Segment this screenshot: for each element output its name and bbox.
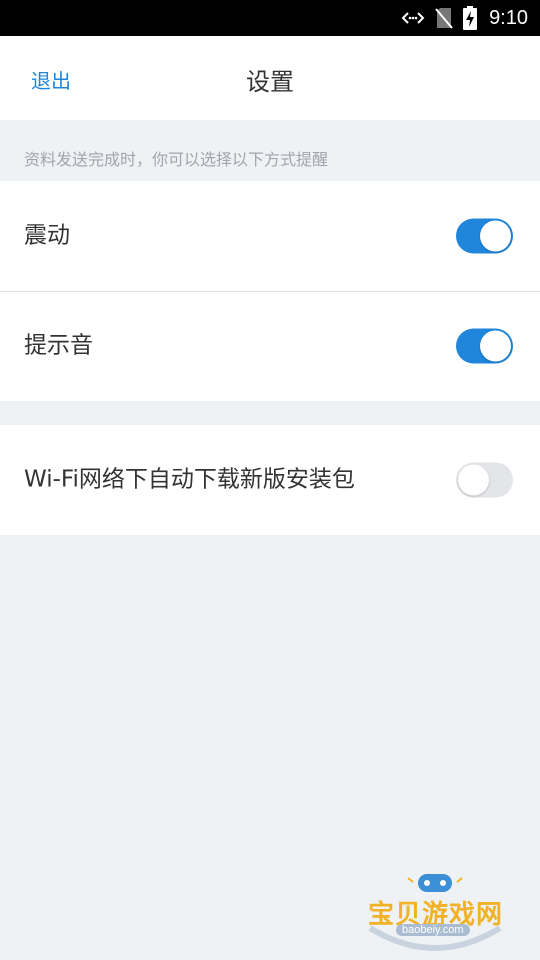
battery-charging-icon [463, 6, 478, 30]
status-bar: 9:10 [0, 0, 540, 36]
notification-hint-text: 资料发送完成时，你可以选择以下方式提醒 [24, 150, 329, 169]
toggle-knob [480, 330, 511, 362]
setting-label: 震动 [24, 222, 70, 249]
no-sim-icon [435, 7, 453, 29]
setting-label: 提示音 [24, 332, 93, 359]
toggle-knob [480, 220, 511, 252]
toggle-knob [458, 464, 489, 496]
notification-settings-group: 震动 提示音 [0, 181, 540, 401]
setting-row-vibration: 震动 [0, 181, 540, 291]
status-time: 9:10 [489, 6, 528, 29]
vibration-toggle[interactable] [456, 218, 513, 254]
setting-row-wifi-auto-download: Wi-Fi网络下自动下载新版安装包 [0, 425, 540, 535]
watermark-url: baobeiy.com [396, 924, 470, 936]
sound-toggle[interactable] [456, 328, 513, 364]
data-transfer-icon [401, 10, 425, 26]
setting-label: Wi-Fi网络下自动下载新版安装包 [24, 466, 355, 493]
setting-row-sound: 提示音 [0, 291, 540, 401]
download-settings-group: Wi-Fi网络下自动下载新版安装包 [0, 425, 540, 535]
watermark-logo: 宝贝游戏网 baobeiy.com [360, 868, 510, 956]
page-title: 设置 [246, 68, 294, 96]
wifi-auto-download-toggle[interactable] [456, 462, 513, 498]
app-header: 退出 设置 [0, 36, 540, 120]
